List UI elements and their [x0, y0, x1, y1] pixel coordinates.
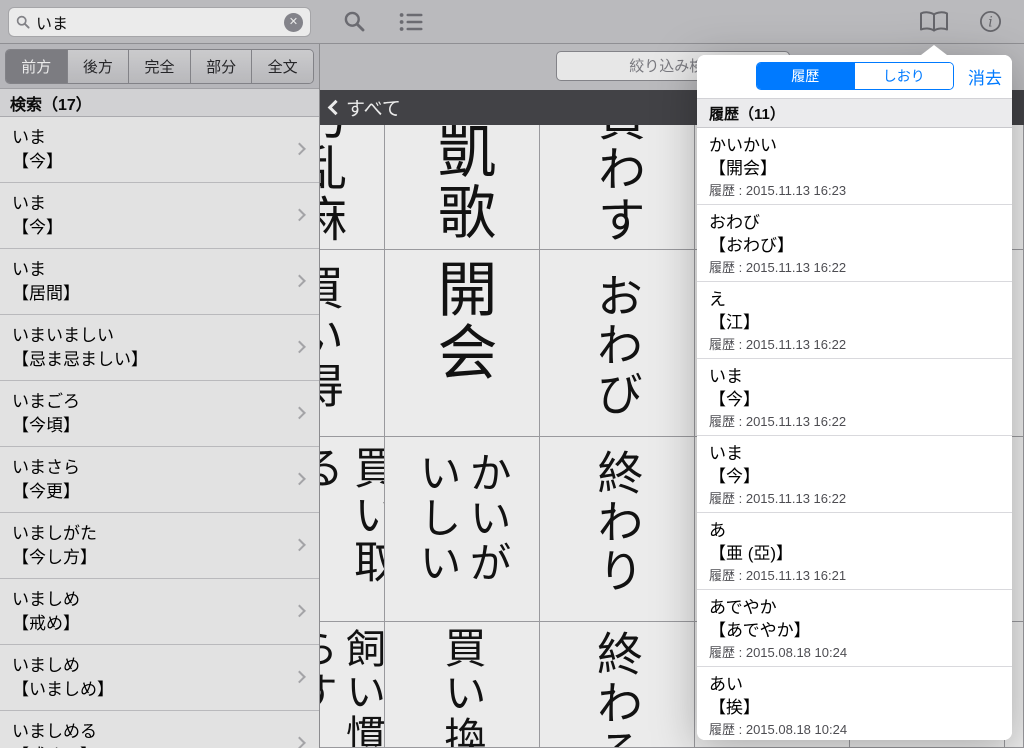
history-popover: 履歴 しおり 消去 履歴（11） かいかい 【開会】 履歴 : 2015.11.… [697, 55, 1012, 740]
clear-history-button[interactable]: 消去 [968, 64, 1002, 89]
history-reading: あでやか [709, 596, 1000, 619]
history-timestamp: 履歴 : 2015.11.13 16:22 [709, 258, 1000, 277]
tab-bookmarks[interactable]: しおり [854, 63, 953, 89]
history-item[interactable]: え 【江】 履歴 : 2015.11.13 16:22 [697, 282, 1012, 359]
history-item[interactable]: かいかい 【開会】 履歴 : 2015.11.13 16:23 [697, 128, 1012, 205]
history-item[interactable]: あい 【挨】 履歴 : 2015.08.18 10:24 [697, 667, 1012, 740]
history-reading: いま [709, 442, 1000, 465]
history-word: 【今】 [709, 465, 1000, 488]
history-count-header: 履歴（11） [697, 98, 1012, 128]
history-word: 【開会】 [709, 157, 1000, 180]
history-item[interactable]: あでやか 【あでやか】 履歴 : 2015.08.18 10:24 [697, 590, 1012, 667]
history-timestamp: 履歴 : 2015.11.13 16:22 [709, 489, 1000, 508]
history-word: 【亜 (亞)】 [709, 542, 1000, 565]
history-reading: いま [709, 365, 1000, 388]
history-item[interactable]: あ 【亜 (亞)】 履歴 : 2015.11.13 16:21 [697, 513, 1012, 590]
history-timestamp: 履歴 : 2015.11.13 16:21 [709, 566, 1000, 585]
history-timestamp: 履歴 : 2015.11.13 16:22 [709, 412, 1000, 431]
history-word: 【今】 [709, 388, 1000, 411]
history-word: 【挨】 [709, 696, 1000, 719]
history-timestamp: 履歴 : 2015.11.13 16:22 [709, 335, 1000, 354]
history-reading: あ [709, 519, 1000, 542]
popover-body: 履歴 しおり 消去 履歴（11） かいかい 【開会】 履歴 : 2015.11.… [697, 55, 1012, 740]
popover-arrow [921, 45, 947, 55]
popover-toolbar: 履歴 しおり 消去 [697, 55, 1012, 98]
history-reading: かいかい [709, 134, 1000, 157]
history-bookmark-segments: 履歴 しおり [756, 62, 954, 90]
history-reading: あい [709, 673, 1000, 696]
history-word: 【江】 [709, 311, 1000, 334]
history-item[interactable]: いま 【今】 履歴 : 2015.11.13 16:22 [697, 359, 1012, 436]
history-reading: おわび [709, 211, 1000, 234]
history-reading: え [709, 288, 1000, 311]
history-timestamp: 履歴 : 2015.08.18 10:24 [709, 720, 1000, 739]
history-list: かいかい 【開会】 履歴 : 2015.11.13 16:23 おわび 【おわび… [697, 128, 1012, 740]
history-word: 【あでやか】 [709, 619, 1000, 642]
history-item[interactable]: いま 【今】 履歴 : 2015.11.13 16:22 [697, 436, 1012, 513]
history-timestamp: 履歴 : 2015.11.13 16:23 [709, 181, 1000, 200]
history-word: 【おわび】 [709, 234, 1000, 257]
history-timestamp: 履歴 : 2015.08.18 10:24 [709, 643, 1000, 662]
history-item[interactable]: おわび 【おわび】 履歴 : 2015.11.13 16:22 [697, 205, 1012, 282]
tab-history[interactable]: 履歴 [757, 63, 855, 89]
dictionary-app: ✕ i [0, 0, 1024, 748]
